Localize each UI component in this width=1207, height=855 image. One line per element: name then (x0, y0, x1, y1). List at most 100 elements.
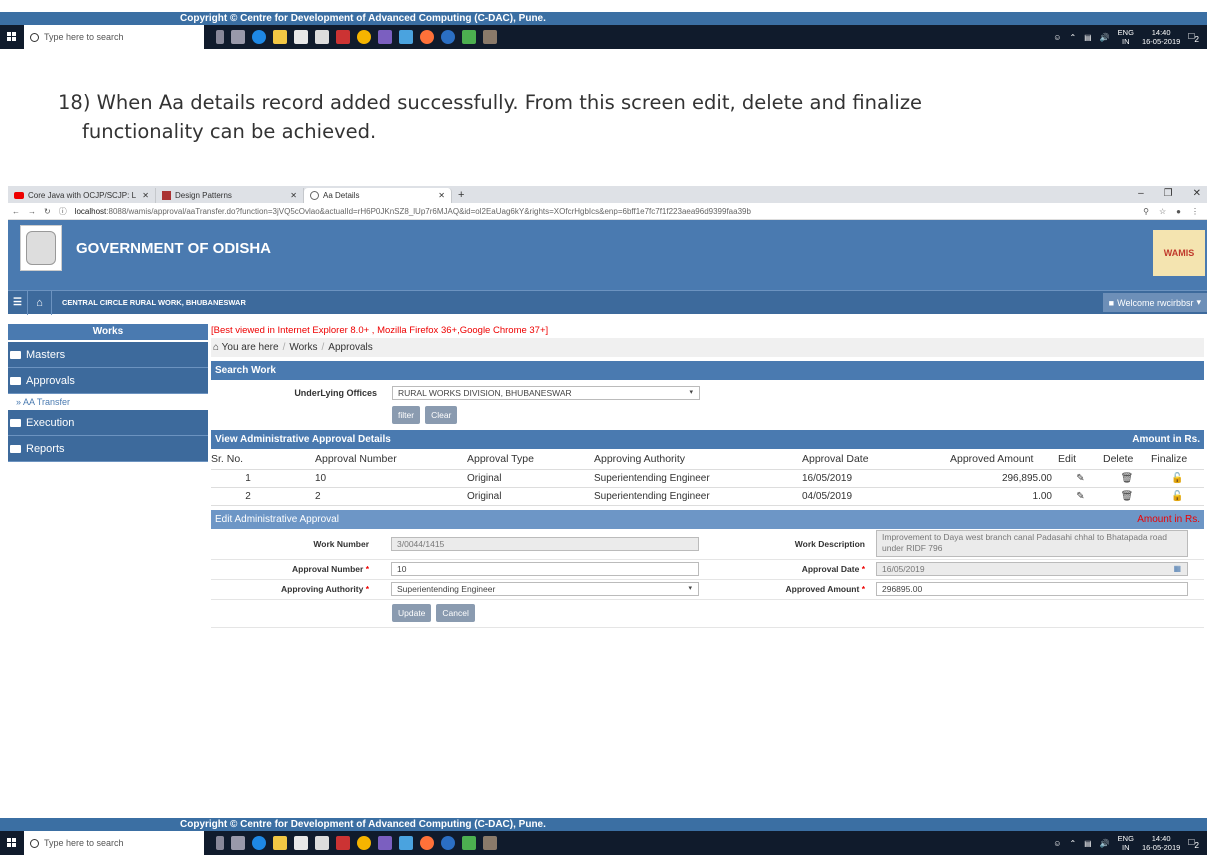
sidebar-header: Works (8, 324, 208, 340)
close-window-icon[interactable]: ✕ (1193, 188, 1201, 199)
chrome-icon[interactable] (357, 836, 371, 850)
app-icon[interactable] (336, 30, 350, 44)
edit-pencil-icon[interactable]: ✎ (1058, 469, 1103, 488)
visual-studio-icon[interactable] (378, 30, 392, 44)
sidebar-item-approvals[interactable]: Approvals (8, 368, 208, 394)
network-icon[interactable]: ▤ (1084, 33, 1092, 42)
firefox-icon[interactable] (420, 836, 434, 850)
windows-start-icon[interactable] (0, 831, 24, 855)
box-app-icon[interactable] (399, 30, 413, 44)
clear-button[interactable]: Clear (425, 406, 458, 424)
browser-tab[interactable]: Core Java with OCJP/SCJP: L ✕ (8, 188, 156, 203)
sidebar-item-masters[interactable]: Masters (8, 342, 208, 368)
calendar-icon[interactable]: ▦ (1173, 563, 1181, 575)
mail-icon[interactable] (315, 30, 329, 44)
close-tab-icon[interactable]: ✕ (438, 191, 445, 200)
breadcrumb-works[interactable]: Works (289, 342, 317, 353)
profile-icon[interactable]: ● (1176, 207, 1181, 216)
minimize-icon[interactable]: – (1138, 188, 1144, 199)
approval-date-input[interactable]: 16/05/2019 ▦ (876, 562, 1188, 576)
delete-trash-icon[interactable]: 🗑 (1103, 469, 1151, 488)
microphone-icon[interactable] (216, 836, 224, 850)
people-icon[interactable]: ☺ (1053, 839, 1061, 848)
ie-icon[interactable] (441, 30, 455, 44)
approved-amount-input[interactable]: 296895.00 (876, 582, 1188, 596)
microphone-icon[interactable] (216, 30, 224, 44)
people-icon[interactable]: ☺ (1053, 33, 1061, 42)
browser-tab[interactable]: Design Patterns ✕ (156, 188, 304, 203)
delete-trash-icon[interactable]: 🗑 (1103, 487, 1151, 506)
store-icon[interactable] (294, 836, 308, 850)
cancel-button[interactable]: Cancel (436, 604, 475, 622)
taskbar-search-box[interactable]: Type here to search (24, 831, 204, 855)
finalize-lock-icon[interactable]: 🔓 (1151, 487, 1204, 506)
notification-icon[interactable]: □2 (1188, 31, 1199, 44)
browser-tab-active[interactable]: Aa Details ✕ (304, 188, 452, 203)
menu-dots-icon[interactable]: ⋮ (1191, 207, 1199, 216)
hamburger-menu-icon[interactable]: ☰ (8, 290, 28, 315)
task-view-icon[interactable] (231, 30, 245, 44)
store-icon[interactable] (294, 30, 308, 44)
back-arrow-icon[interactable]: ← (12, 207, 20, 216)
approval-table: Sr. No. Approval Number Approval Type Ap… (211, 449, 1204, 506)
edge-icon[interactable] (252, 30, 266, 44)
windows-start-icon[interactable] (0, 25, 24, 49)
clock[interactable]: 14:40 16-05-2019 (1142, 834, 1180, 852)
ie-icon[interactable] (441, 836, 455, 850)
app-icon[interactable] (336, 836, 350, 850)
file-explorer-icon[interactable] (273, 30, 287, 44)
zoom-icon[interactable]: ⚲ (1143, 207, 1149, 216)
sidebar-item-label: Execution (26, 416, 75, 429)
update-button[interactable]: Update (392, 604, 432, 622)
edit-pencil-icon[interactable]: ✎ (1058, 487, 1103, 506)
finalize-lock-icon[interactable]: 🔓 (1151, 469, 1204, 488)
forward-arrow-icon[interactable]: → (28, 207, 36, 216)
filter-button[interactable]: filter (392, 406, 421, 424)
notification-icon[interactable]: □2 (1188, 837, 1199, 850)
step-line-2: functionality can be achieved. (82, 120, 377, 143)
home-icon[interactable]: ⌂ (28, 290, 52, 315)
network-icon[interactable]: ▤ (1084, 839, 1092, 848)
underlying-offices-select[interactable]: RURAL WORKS DIVISION, BHUBANESWAR ▾ (392, 386, 700, 400)
url-field[interactable]: localhost:8088/wamis/approval/aaTransfer… (75, 207, 751, 216)
restore-icon[interactable]: ❐ (1164, 188, 1173, 199)
chrome-icon[interactable] (357, 30, 371, 44)
notepad-icon[interactable] (462, 30, 476, 44)
firefox-icon[interactable] (420, 30, 434, 44)
chevron-up-icon[interactable]: ⌃ (1069, 33, 1076, 42)
misc-app-icon[interactable] (483, 30, 497, 44)
volume-icon[interactable]: 🔊 (1100, 839, 1110, 848)
language-indicator[interactable]: ENG IN (1118, 28, 1134, 46)
reload-icon[interactable]: ↻ (44, 207, 51, 216)
volume-icon[interactable]: 🔊 (1100, 33, 1110, 42)
mail-icon[interactable] (315, 836, 329, 850)
work-number-field[interactable]: 3/0044/1415 (391, 536, 699, 551)
folder-icon (10, 350, 21, 359)
star-icon[interactable]: ☆ (1159, 207, 1166, 216)
work-description-field[interactable]: Improvement to Daya west branch canal Pa… (876, 530, 1188, 557)
breadcrumb-approvals[interactable]: Approvals (328, 342, 372, 353)
sidebar-subitem-aa-transfer[interactable]: » AA Transfer (8, 394, 208, 410)
notepad-icon[interactable] (462, 836, 476, 850)
user-menu[interactable]: ■ Welcome rwcirbbsr ▾ (1102, 293, 1207, 312)
file-explorer-icon[interactable] (273, 836, 287, 850)
sidebar-item-reports[interactable]: Reports (8, 436, 208, 462)
visual-studio-icon[interactable] (378, 836, 392, 850)
new-tab-icon[interactable]: + (458, 188, 464, 203)
language-indicator[interactable]: ENG IN (1118, 834, 1134, 852)
chevron-up-icon[interactable]: ⌃ (1069, 839, 1076, 848)
misc-app-icon[interactable] (483, 836, 497, 850)
box-app-icon[interactable] (399, 836, 413, 850)
taskbar-search-box[interactable]: Type here to search (24, 25, 204, 49)
clock[interactable]: 14:40 16-05-2019 (1142, 28, 1180, 46)
edge-icon[interactable] (252, 836, 266, 850)
sidebar-item-execution[interactable]: Execution (8, 410, 208, 436)
approving-authority-select[interactable]: Superientending Engineer ▾ (391, 582, 699, 596)
approval-number-input[interactable]: 10 (391, 562, 699, 576)
info-icon[interactable]: ⓘ (59, 206, 67, 217)
tab-label: Aa Details (323, 191, 360, 200)
close-tab-icon[interactable]: ✕ (290, 191, 297, 200)
task-view-icon[interactable] (231, 836, 245, 850)
close-tab-icon[interactable]: ✕ (142, 191, 149, 200)
step-line-1: 18) When Aa details record added success… (58, 91, 923, 114)
